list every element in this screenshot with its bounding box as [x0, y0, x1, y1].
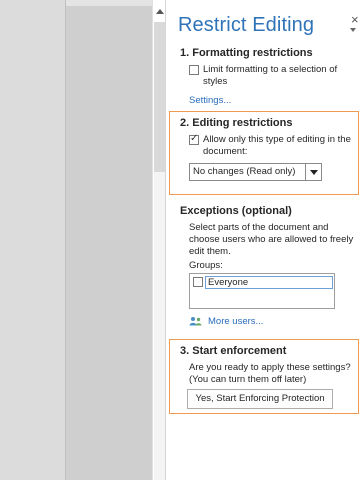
- editing-restrictions-heading: 2. Editing restrictions: [180, 117, 293, 129]
- limit-formatting-label-line1: Limit formatting to a selection of: [203, 64, 338, 75]
- scroll-thumb[interactable]: [154, 22, 165, 172]
- vertical-scrollbar[interactable]: [152, 0, 166, 480]
- group-everyone-name[interactable]: Everyone: [205, 276, 333, 289]
- document-background: [66, 0, 152, 480]
- pane-options-chevron-down-icon[interactable]: [350, 28, 356, 32]
- exceptions-description-line1: Select parts of the document and: [189, 222, 329, 233]
- formatting-restrictions-heading: 1. Formatting restrictions: [180, 47, 313, 59]
- allow-editing-label-line2: document:: [203, 146, 248, 157]
- enforcement-question-line1: Are you ready to apply these settings?: [189, 362, 351, 373]
- more-users-link[interactable]: More users...: [208, 316, 263, 327]
- editing-type-dropdown[interactable]: No changes (Read only): [189, 163, 322, 181]
- restrict-editing-pane: Restrict Editing × 1. Formatting restric…: [167, 0, 361, 480]
- limit-formatting-checkbox[interactable]: [189, 65, 199, 75]
- scroll-up-arrow-icon[interactable]: [153, 4, 166, 18]
- close-icon[interactable]: ×: [351, 12, 359, 27]
- allow-editing-label-line1: Allow only this type of editing in the: [203, 134, 351, 145]
- allow-editing-type-checkbox[interactable]: [189, 133, 199, 145]
- users-icon: [189, 317, 202, 326]
- document-top-edge: [66, 0, 152, 6]
- start-enforcing-protection-button[interactable]: Yes, Start Enforcing Protection: [187, 389, 333, 409]
- editing-type-selected-value: No changes (Read only): [193, 166, 296, 177]
- groups-list[interactable]: Everyone: [189, 273, 335, 309]
- enforcement-question-line2: (You can turn them off later): [189, 374, 307, 385]
- scroll-track[interactable]: [154, 172, 165, 480]
- exceptions-description-line3: edit them.: [189, 246, 231, 257]
- dropdown-arrow-icon[interactable]: [305, 164, 321, 180]
- limit-formatting-label-line2: styles: [203, 76, 228, 87]
- group-everyone-checkbox[interactable]: [193, 277, 203, 287]
- formatting-settings-link[interactable]: Settings...: [189, 95, 231, 106]
- groups-label: Groups:: [189, 260, 223, 271]
- exceptions-heading: Exceptions (optional): [180, 205, 292, 217]
- document-area[interactable]: [0, 0, 152, 480]
- exceptions-description-line2: choose users who are allowed to freely: [189, 234, 354, 245]
- document-page[interactable]: [0, 0, 66, 480]
- pane-title: Restrict Editing: [178, 14, 315, 36]
- start-enforcement-heading: 3. Start enforcement: [180, 345, 287, 357]
